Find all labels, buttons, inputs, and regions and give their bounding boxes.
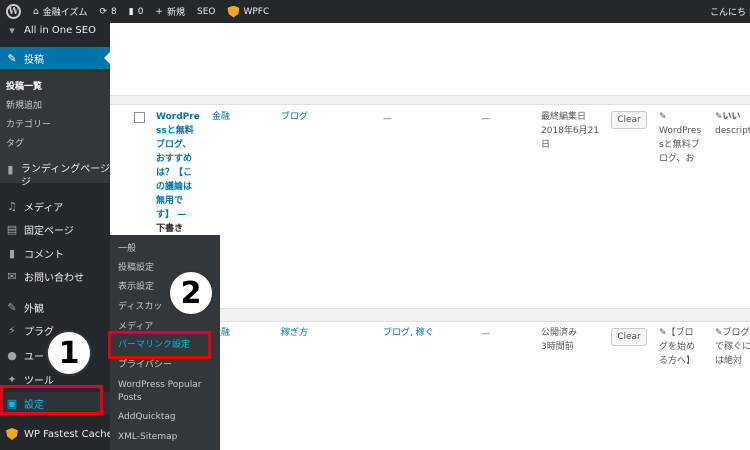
step-2-badge: 2: [168, 270, 214, 316]
page-icon: ▮: [7, 162, 14, 176]
pencil-icon: ✎: [715, 328, 723, 338]
permalinks-highlight-box: [108, 331, 211, 359]
empty-cell: —: [481, 329, 490, 339]
pencil-icon: ✎: [659, 112, 667, 122]
flyout-xml-sitemap[interactable]: XML-Sitemap: [118, 431, 177, 444]
refresh-icon: ⟳: [99, 6, 107, 17]
clear-button[interactable]: Clear: [611, 328, 647, 346]
account-menu[interactable]: こんにち: [704, 0, 750, 23]
flyout-reading[interactable]: 表示設定: [118, 281, 154, 294]
updates-menu[interactable]: ⟳ 8: [93, 0, 122, 23]
row-separator: [110, 95, 750, 105]
pages-icon: ▤: [6, 223, 18, 236]
empty-cell: —: [383, 114, 392, 124]
flyout-writing[interactable]: 投稿設定: [118, 262, 154, 275]
comment-icon: ▮: [128, 6, 134, 17]
pencil-icon: ✎: [659, 328, 667, 338]
sidebar-item-appearance[interactable]: ✎ 外観: [0, 300, 110, 315]
sidebar-item-posts[interactable]: ✎ 投稿: [0, 47, 110, 69]
sidebar-item-media[interactable]: ♫ メディア: [0, 199, 110, 214]
flyout-discussion[interactable]: ディスカッ: [118, 301, 162, 314]
plugin-icon: ⚡: [8, 324, 16, 337]
seo-description-cell: ✎ブログ で稼ぐに は絶対: [715, 328, 750, 366]
sidebar-item-contact[interactable]: ✉ お問い合わせ: [0, 269, 110, 284]
row-checkbox[interactable]: [134, 112, 145, 123]
submenu-categories[interactable]: カテゴリー: [6, 117, 51, 130]
pin-icon: ✎: [7, 51, 17, 65]
sidebar-item-landing-page[interactable]: ▮ ランディングページジ: [0, 163, 110, 189]
seo-icon: ▾: [9, 23, 15, 37]
cheetah-shield-icon: [6, 428, 18, 440]
step-1-badge: 1: [46, 330, 92, 376]
wordpress-logo-icon: W: [6, 4, 21, 19]
current-menu-arrow: [104, 52, 110, 64]
post-title-link[interactable]: WordPre ssと無料 ブログ、 おすすめ は？【こ の議論は 無用で す】 — 下書き: [156, 110, 212, 236]
wp-logo-menu[interactable]: W: [0, 0, 27, 23]
comments-menu[interactable]: ▮ 0: [123, 0, 150, 23]
category-link[interactable]: 金融: [212, 110, 230, 124]
submenu-add-new[interactable]: 新規追加: [6, 98, 42, 111]
empty-cell: —: [481, 114, 490, 124]
flyout-addquicktag[interactable]: AddQuicktag: [118, 411, 176, 424]
media-icon: ♫: [7, 200, 17, 213]
wrench-icon: ✦: [7, 373, 17, 386]
submenu-tags[interactable]: タグ: [6, 136, 24, 149]
site-name-menu[interactable]: ⌂ 金融イズム: [27, 0, 93, 23]
submenu-all-posts[interactable]: 投稿一覧: [6, 79, 42, 92]
admin-bar: W ⌂ 金融イズム ⟳ 8 ▮ 0 + 新規 SEO WPFC こんにち: [0, 0, 750, 23]
seo-description-cell: ✎いい descripti: [715, 112, 750, 136]
brush-icon: ✎: [7, 301, 17, 314]
flyout-wordpress-popular-posts[interactable]: WordPress Popular Posts: [118, 379, 214, 405]
flyout-general[interactable]: 一般: [118, 243, 136, 256]
clear-button[interactable]: Clear: [611, 111, 647, 129]
date-cell: 最終編集日 2018年6月21 日: [541, 112, 600, 150]
home-icon: ⌂: [33, 6, 39, 17]
sidebar-item-comments[interactable]: ▮ コメント: [0, 246, 110, 261]
seo-title-cell: ✎【ブロ グを始め る方へ】: [659, 328, 696, 366]
cheetah-shield-icon: [227, 5, 240, 18]
plus-icon: +: [155, 6, 163, 17]
new-content-menu[interactable]: + 新規: [149, 0, 191, 23]
flyout-privacy[interactable]: プライバシー: [118, 359, 172, 372]
tag-link[interactable]: ブログ, 稼ぐ: [383, 326, 434, 340]
tag-link[interactable]: ブログ: [281, 110, 308, 124]
date-cell: 公開済み 3時間前: [541, 328, 578, 352]
comment-icon: ▮: [8, 247, 16, 260]
sidebar-item-pages[interactable]: ▤ 固定ページ: [0, 222, 110, 237]
seo-menu[interactable]: SEO: [191, 0, 221, 23]
settings-highlight-box: [0, 385, 103, 415]
tag-link[interactable]: 稼ぎ方: [281, 326, 308, 340]
seo-title-cell: ✎ WordPres sと無料ブ ログ、お: [659, 110, 711, 163]
sidebar-item-all-in-one-seo[interactable]: ▾ All in One SEO: [0, 23, 110, 37]
user-icon: ●: [7, 349, 17, 362]
wpfc-menu[interactable]: WPFC: [221, 0, 275, 23]
mail-icon: ✉: [7, 270, 17, 283]
sidebar-item-wp-fastest-cache[interactable]: WP Fastest Cache: [0, 428, 113, 440]
pencil-icon: ✎: [715, 112, 723, 122]
